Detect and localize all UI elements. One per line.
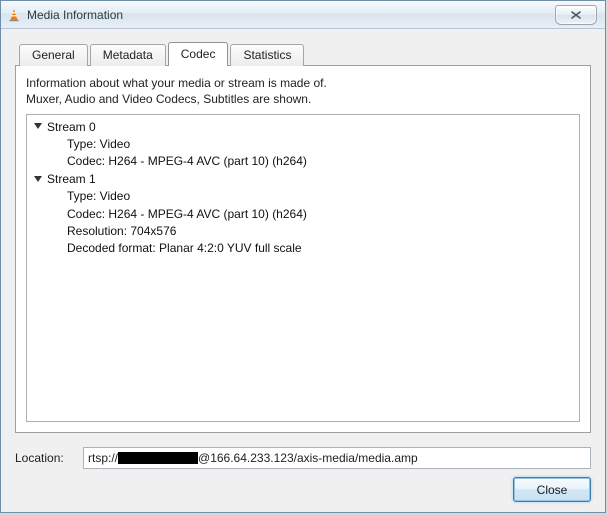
close-button[interactable]: Close: [513, 477, 591, 502]
stream-prop: Type: Video: [67, 188, 573, 205]
close-icon: [570, 10, 582, 20]
tab-codec[interactable]: Codec: [168, 42, 229, 66]
stream-node: Stream 0 Type: Video Codec: H264 - MPEG-…: [33, 119, 573, 171]
location-prefix: rtsp://: [88, 451, 118, 465]
tab-statistics[interactable]: Statistics: [230, 44, 304, 66]
panel-info-line: Information about what your media or str…: [26, 76, 580, 92]
stream-props: Type: Video Codec: H264 - MPEG-4 AVC (pa…: [67, 136, 573, 171]
disclosure-triangle-icon[interactable]: [33, 122, 43, 132]
stream-prop: Codec: H264 - MPEG-4 AVC (part 10) (h264…: [67, 153, 573, 170]
location-field[interactable]: rtsp:// @166.64.233.123/axis-media/media.…: [83, 447, 591, 469]
tab-general[interactable]: General: [19, 44, 88, 66]
panel-info-line: Muxer, Audio and Video Codecs, Subtitles…: [26, 92, 580, 108]
disclosure-triangle-icon[interactable]: [33, 175, 43, 185]
tree-row[interactable]: Stream 0: [33, 119, 573, 136]
vlc-cone-icon: [5, 6, 23, 24]
stream-prop: Resolution: 704x576: [67, 223, 573, 240]
window-title: Media Information: [27, 8, 555, 22]
stream-label: Stream 0: [47, 119, 96, 136]
redacted-credentials: [118, 452, 198, 464]
stream-prop: Type: Video: [67, 136, 573, 153]
stream-props: Type: Video Codec: H264 - MPEG-4 AVC (pa…: [67, 188, 573, 258]
stream-tree[interactable]: Stream 0 Type: Video Codec: H264 - MPEG-…: [26, 114, 580, 422]
content-area: General Metadata Codec Statistics Inform…: [1, 29, 605, 441]
close-window-button[interactable]: [555, 5, 597, 25]
media-information-window: Media Information General Metadata Codec…: [0, 0, 606, 513]
titlebar: Media Information: [1, 1, 605, 29]
tab-bar: General Metadata Codec Statistics: [15, 41, 591, 65]
location-suffix: @166.64.233.123/axis-media/media.amp: [198, 451, 418, 465]
stream-prop: Decoded format: Planar 4:2:0 YUV full sc…: [67, 240, 573, 257]
location-row: Location: rtsp:// @166.64.233.123/axis-me…: [15, 447, 591, 469]
codec-panel: Information about what your media or str…: [15, 65, 591, 433]
tree-row[interactable]: Stream 1: [33, 171, 573, 188]
bottom-bar: Location: rtsp:// @166.64.233.123/axis-me…: [1, 441, 605, 512]
stream-prop: Codec: H264 - MPEG-4 AVC (part 10) (h264…: [67, 206, 573, 223]
tab-metadata[interactable]: Metadata: [90, 44, 166, 66]
stream-node: Stream 1 Type: Video Codec: H264 - MPEG-…: [33, 171, 573, 258]
panel-description: Information about what your media or str…: [26, 76, 580, 108]
location-label: Location:: [15, 451, 73, 465]
stream-label: Stream 1: [47, 171, 96, 188]
button-row: Close: [15, 477, 591, 502]
